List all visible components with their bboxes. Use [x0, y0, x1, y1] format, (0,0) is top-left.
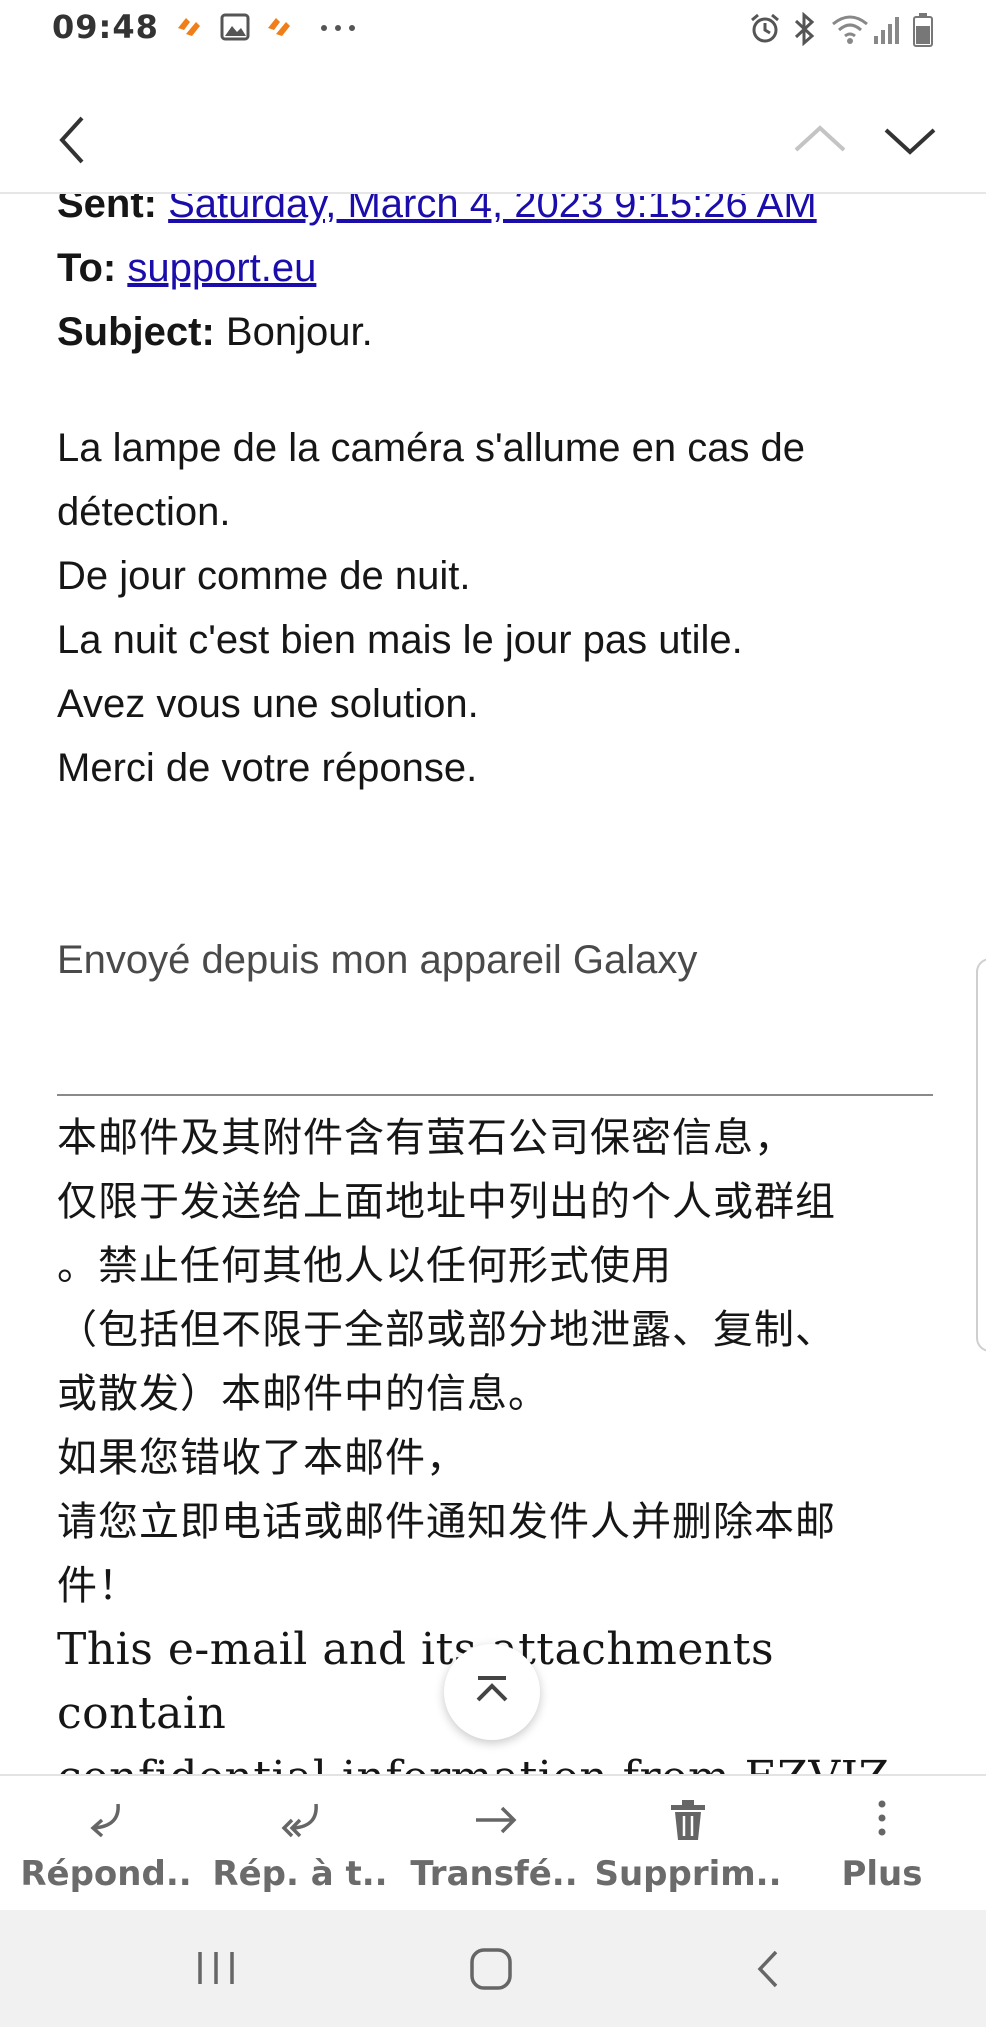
- reply-all-label: Rép. à t..: [212, 1854, 388, 1894]
- forward-icon: [476, 1806, 517, 1834]
- alarm-icon: [751, 13, 779, 43]
- back-arrow-icon[interactable]: [48, 112, 104, 168]
- scroll-to-top-button[interactable]: [444, 1644, 540, 1740]
- gallery-icon: [220, 13, 250, 41]
- disclaimer-line-cn: 或散发）本邮件中的信息。: [57, 1371, 549, 1417]
- reply-all-icon: [281, 1803, 318, 1838]
- more-dots-icon: [321, 25, 355, 31]
- email-action-bar: Répond.. Rép. à t.. Transfé.. Supprim.. …: [0, 1774, 986, 1912]
- disclaimer-line-en: confidential information from EZVIZ,: [57, 1746, 937, 1774]
- disclaimer-separator: [57, 1094, 933, 1096]
- wifi-icon: [832, 15, 868, 44]
- reply-button[interactable]: Répond..: [9, 1776, 203, 1912]
- disclaimer-line-cn: （包括但不限于全部或部分地泄露、复制、: [57, 1307, 836, 1353]
- recent-apps-icon[interactable]: [194, 1948, 238, 1988]
- subject-label: Subject:: [57, 310, 215, 354]
- sent-line: Sent: Saturday, March 4, 2023 9:15:26 AM: [57, 192, 937, 236]
- disclaimer-line-cn: 。禁止任何其他人以任何形式使用: [57, 1243, 672, 1289]
- disclaimer-line-cn: 如果您错收了本邮件，: [57, 1435, 467, 1481]
- disclaimer-line-cn: 件！: [57, 1563, 139, 1609]
- trash-icon: [671, 1800, 705, 1840]
- scroll-up-icon: [476, 1676, 508, 1702]
- message-line: De jour comme de nuit.: [57, 554, 471, 598]
- back-icon[interactable]: [748, 1946, 788, 1992]
- message-line: La nuit c'est bien mais le jour pas util…: [57, 618, 743, 662]
- reply-all-button[interactable]: Rép. à t..: [203, 1776, 397, 1912]
- disclaimer-line-cn: 本邮件及其附件含有萤石公司保密信息，: [57, 1115, 795, 1161]
- to-address-link[interactable]: support.eu: [127, 246, 316, 290]
- email-content: Sent: Saturday, March 4, 2023 9:15:26 AM…: [0, 192, 986, 1774]
- to-label: To:: [57, 246, 117, 290]
- chevron-up-icon[interactable]: [790, 112, 850, 168]
- reply-label: Répond..: [20, 1854, 192, 1894]
- system-nav-bar: [0, 1910, 986, 2027]
- more-vertical-icon: [878, 1800, 886, 1836]
- message-line: Merci de votre réponse.: [57, 746, 478, 790]
- delete-button[interactable]: Supprim..: [591, 1776, 785, 1912]
- sent-label: Sent:: [57, 192, 157, 226]
- status-time: 09:48: [52, 8, 159, 46]
- disclaimer-line-cn: 仅限于发送给上面地址中列出的个人或群组: [57, 1179, 836, 1225]
- message-line: détection.: [57, 490, 231, 534]
- chevron-down-icon[interactable]: [880, 112, 940, 168]
- message-line: Avez vous une solution.: [57, 682, 479, 726]
- more-button[interactable]: Plus: [785, 1776, 979, 1912]
- delete-label: Supprim..: [594, 1854, 782, 1894]
- forward-button[interactable]: Transfé..: [397, 1776, 591, 1912]
- subject-line: Subject: Bonjour.: [57, 300, 937, 364]
- disclaimer-line-cn: 请您立即电话或邮件通知发件人并删除本邮: [57, 1499, 836, 1545]
- signal-icon: [874, 17, 899, 44]
- more-label: Plus: [841, 1854, 923, 1894]
- sent-date-link[interactable]: Saturday, March 4, 2023 9:15:26 AM: [168, 192, 817, 226]
- forward-label: Transfé..: [410, 1854, 578, 1894]
- scroll-handle[interactable]: [976, 958, 986, 1352]
- reply-icon: [90, 1803, 120, 1838]
- to-line: To: support.eu: [57, 236, 937, 300]
- message-line: La lampe de la caméra s'allume en cas de: [57, 426, 806, 470]
- bluetooth-icon: [794, 12, 815, 46]
- email-body: Sent: Saturday, March 4, 2023 9:15:26 AM…: [57, 192, 937, 1774]
- email-header-toolbar: [0, 60, 986, 194]
- notification-icon: [268, 18, 290, 36]
- subject-value: Bonjour.: [225, 310, 373, 354]
- signature: Envoyé depuis mon appareil Galaxy: [57, 938, 698, 982]
- battery-icon: [913, 13, 933, 47]
- status-bar: 09:48: [0, 0, 986, 60]
- notification-icon: [178, 18, 200, 36]
- home-icon[interactable]: [468, 1946, 514, 1992]
